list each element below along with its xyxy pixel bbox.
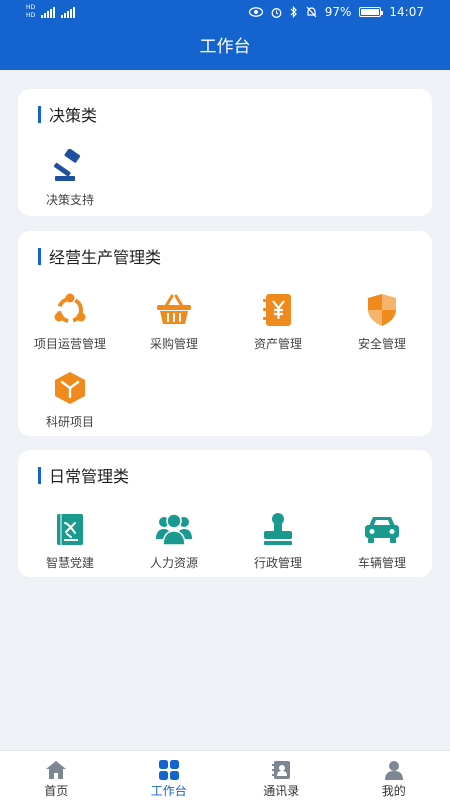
battery-percent: 97% — [324, 5, 352, 19]
section-decision: 决策类 决策支持 — [18, 89, 432, 216]
sim-labels: HD HD — [26, 4, 35, 19]
app-header: 工作台 — [0, 26, 450, 70]
bluetooth-icon — [290, 6, 297, 18]
bottom-tab-bar: 首页 工作台 通讯录 我的 — [0, 750, 450, 800]
app-tile-research-projects[interactable]: 科研项目 — [18, 371, 122, 430]
tab-label: 首页 — [44, 784, 69, 798]
shield-icon — [362, 293, 402, 327]
app-tile-label: 科研项目 — [45, 415, 94, 429]
project-cycle-icon — [50, 293, 90, 327]
tab-home[interactable]: 首页 — [0, 751, 113, 800]
section-operations: 经营生产管理类 项目运营管理 采购管理 资产管理 安全管理 科研项目 — [18, 231, 432, 436]
app-tile-label: 采购管理 — [149, 337, 198, 351]
app-tile-project-operations[interactable]: 项目运营管理 — [18, 293, 122, 352]
tab-workbench[interactable]: 工作台 — [113, 751, 226, 800]
tab-label: 工作台 — [150, 784, 187, 798]
user-icon — [338, 759, 450, 781]
tab-contacts[interactable]: 通讯录 — [225, 751, 338, 800]
signal-indicators: HD HD — [26, 4, 76, 19]
car-icon — [362, 512, 402, 546]
section-title: 经营生产管理类 — [38, 247, 162, 267]
eye-icon — [248, 7, 263, 17]
app-tile-vehicle-management[interactable]: 车辆管理 — [330, 512, 434, 571]
app-tile-label: 车辆管理 — [357, 556, 406, 570]
app-tile-label: 人力资源 — [149, 556, 198, 570]
section-daily: 日常管理类 智慧党建 人力资源 行政管理 车辆管理 — [18, 450, 432, 577]
app-tile-human-resources[interactable]: 人力资源 — [122, 512, 226, 571]
app-tile-procurement[interactable]: 采购管理 — [122, 293, 226, 352]
app-tile-label: 智慧党建 — [45, 556, 94, 570]
section-title-text: 日常管理类 — [49, 467, 130, 486]
people-icon — [154, 512, 194, 546]
section-title: 决策类 — [38, 105, 98, 125]
status-bar: HD HD 97% 14:07 — [0, 0, 450, 26]
app-tile-label: 资产管理 — [253, 337, 302, 351]
app-tile-label: 项目运营管理 — [33, 337, 106, 351]
tab-mine[interactable]: 我的 — [338, 751, 450, 800]
cube-icon — [50, 371, 90, 405]
clock: 14:07 — [389, 5, 424, 19]
contacts-icon — [225, 759, 338, 781]
gavel-icon — [50, 149, 90, 183]
app-tile-administration[interactable]: 行政管理 — [226, 512, 330, 571]
alarm-icon — [271, 7, 282, 18]
party-book-icon — [50, 512, 90, 546]
app-tile-label: 决策支持 — [45, 193, 94, 207]
basket-icon — [154, 293, 194, 327]
app-tile-safety-management[interactable]: 安全管理 — [330, 293, 434, 352]
battery-icon — [359, 7, 384, 17]
app-tile-label: 安全管理 — [357, 337, 406, 351]
grid-icon — [113, 759, 226, 781]
app-tile-decision-support[interactable]: 决策支持 — [18, 149, 122, 208]
tab-label: 我的 — [381, 784, 406, 798]
app-tile-asset-management[interactable]: 资产管理 — [226, 293, 330, 352]
section-accent-bar — [38, 105, 41, 123]
sim2-label: HD — [26, 12, 36, 19]
tab-label: 通讯录 — [263, 784, 300, 798]
app-tile-label: 行政管理 — [253, 556, 302, 570]
page-title: 工作台 — [199, 37, 251, 57]
section-accent-bar — [38, 466, 41, 484]
yen-ledger-icon — [258, 293, 298, 327]
signal-strength-icon-2 — [61, 6, 76, 18]
signal-strength-icon — [41, 6, 56, 18]
home-icon — [0, 759, 113, 781]
app-tile-smart-party[interactable]: 智慧党建 — [18, 512, 122, 571]
section-title-text: 经营生产管理类 — [49, 248, 162, 267]
sim1-label: HD — [26, 4, 36, 11]
stamp-icon — [258, 512, 298, 546]
status-indicators: 97% 14:07 — [248, 5, 424, 19]
mute-bell-icon — [306, 6, 317, 18]
section-title: 日常管理类 — [38, 466, 130, 486]
section-title-text: 决策类 — [49, 106, 98, 125]
section-accent-bar — [38, 247, 41, 265]
